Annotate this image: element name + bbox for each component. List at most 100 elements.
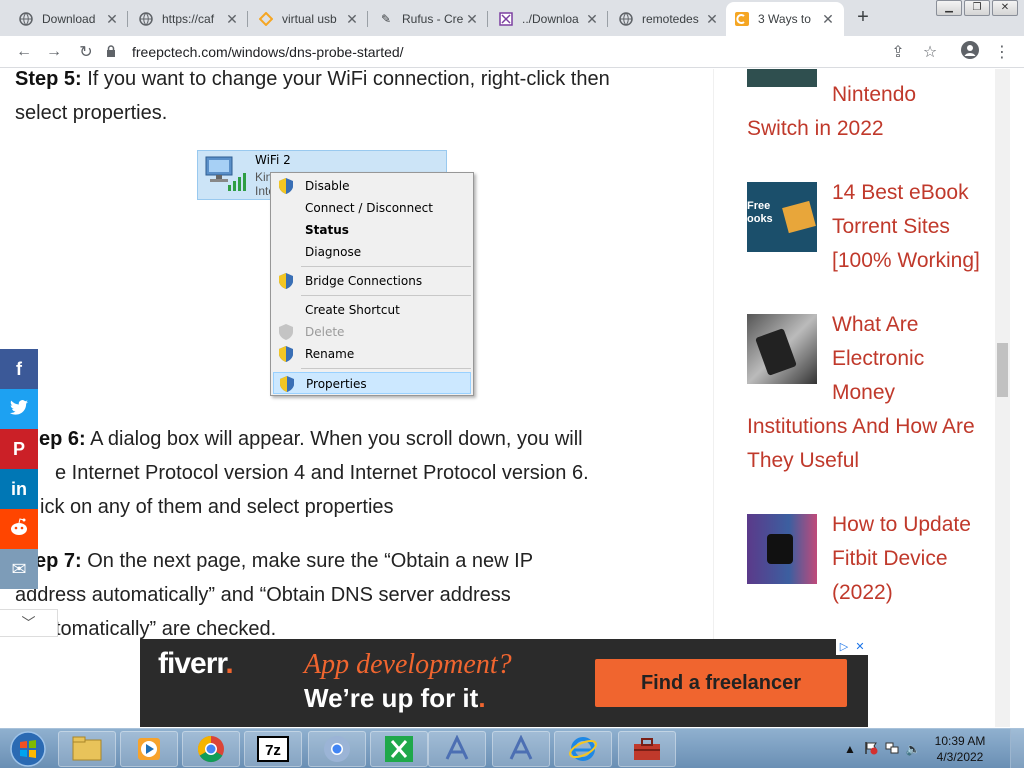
collapse-toggle[interactable]: ﹀ [0, 609, 58, 637]
post-thumbnail[interactable]: Free ooks [747, 182, 817, 252]
linkedin-share-button[interactable]: in [0, 469, 38, 509]
ctx-create-shortcut[interactable]: Create Shortcut [273, 299, 471, 321]
system-clock[interactable]: 10:39 AM 4/3/2022 [920, 733, 1000, 765]
taskbar-media-player[interactable] [120, 731, 178, 767]
action-center-flag-icon[interactable] [863, 741, 879, 757]
find-freelancer-button[interactable]: Find a freelancer [595, 659, 847, 707]
taskbar-explorer[interactable] [58, 731, 116, 767]
thumbnail-line-2: ooks [747, 213, 773, 225]
post-0-title-line-2[interactable]: Switch in 2022 [747, 112, 884, 146]
uac-shield-icon [279, 178, 293, 194]
post-2-title-line-1[interactable]: What Are [832, 308, 918, 342]
post-3-title-line-2[interactable]: Fitbit Device [832, 542, 948, 576]
tab-downloads-folder[interactable]: ../Downloa ✕ [490, 4, 608, 34]
tab-divider [487, 11, 488, 27]
vertical-scrollbar[interactable] [995, 69, 1010, 727]
post-1-title-line-2[interactable]: Torrent Sites [832, 210, 950, 244]
profile-button[interactable] [958, 40, 982, 64]
network-icon[interactable] [884, 741, 900, 757]
ctx-status[interactable]: Status [273, 219, 471, 241]
tab-close-icon[interactable]: ✕ [344, 11, 360, 28]
app-a-icon [445, 735, 469, 760]
email-share-button[interactable]: ✉ [0, 549, 38, 589]
forward-button[interactable]: → [42, 40, 66, 64]
post-2-title-line-4[interactable]: Institutions And How Are [747, 410, 975, 444]
back-button[interactable]: ← [12, 40, 36, 64]
tab-title: ../Downloa [522, 12, 579, 26]
post-1-title-line-3[interactable]: [100% Working] [832, 244, 980, 278]
share-button[interactable]: ⇪ [886, 40, 910, 64]
start-button[interactable] [2, 730, 54, 768]
ad-choices-badge[interactable]: ▷ ✕ [836, 639, 868, 655]
step-7-line-2: address automatically” and “Obtain DNS s… [15, 584, 511, 606]
ctx-connect-disconnect[interactable]: Connect / Disconnect [273, 197, 471, 219]
tab-close-icon[interactable]: ✕ [464, 11, 480, 28]
wifi-name: WiFi 2 [255, 153, 291, 167]
tab-remotedesktop[interactable]: remotedes ✕ [610, 4, 728, 34]
post-thumbnail[interactable] [747, 314, 817, 384]
taskbar-app-a[interactable] [428, 731, 486, 767]
avatar-icon [961, 40, 979, 64]
maximize-button[interactable]: ❐ [964, 0, 990, 16]
menu-button[interactable]: ⋮ [990, 40, 1014, 64]
post-thumbnail[interactable] [747, 69, 817, 87]
tab-3-ways[interactable]: 3 Ways to ✕ [726, 2, 844, 36]
post-0-title-line-1[interactable]: Nintendo [832, 78, 916, 112]
ctx-disable[interactable]: Disable [273, 175, 471, 197]
address-bar[interactable]: freepctech.com/windows/dns-probe-started… [106, 40, 948, 64]
tab-close-icon[interactable]: ✕ [820, 11, 836, 28]
reddit-share-button[interactable] [0, 509, 38, 549]
facebook-share-button[interactable]: f [0, 349, 38, 389]
step-6-line-3: ick on any of them and select properties [40, 496, 394, 518]
tab-download[interactable]: Download ✕ [10, 4, 128, 34]
taskbar-ie[interactable] [554, 731, 612, 767]
uac-shield-icon [279, 324, 293, 340]
new-tab-button[interactable]: + [852, 6, 874, 28]
ctx-bridge-connections[interactable]: Bridge Connections [273, 270, 471, 292]
tab-virtual-usb[interactable]: virtual usb ✕ [250, 4, 368, 34]
folder-icon [498, 11, 514, 27]
taskbar-toolbox[interactable] [618, 731, 676, 767]
twitter-share-button[interactable] [0, 389, 38, 429]
pinterest-share-button[interactable]: P [0, 429, 38, 469]
volume-icon[interactable]: 🔈 [905, 741, 921, 757]
step-7-line-1: Step 7: On the next page, make sure the … [15, 544, 655, 578]
fiverr-logo: fiverr. [158, 647, 234, 681]
taskbar-app-a-2[interactable] [492, 731, 550, 767]
post-thumbnail[interactable] [747, 514, 817, 584]
ad-close-icon[interactable]: ✕ [852, 639, 868, 655]
tab-close-icon[interactable]: ✕ [224, 11, 240, 28]
chrome-icon [197, 735, 224, 763]
post-1-title-line-1[interactable]: 14 Best eBook [832, 176, 969, 210]
taskbar-chrome-2[interactable] [308, 731, 366, 767]
post-2-title-line-3[interactable]: Money [832, 376, 895, 410]
tab-rufus[interactable]: ✎ Rufus - Cre ✕ [370, 4, 488, 34]
step-5-text: If you want to change your WiFi connecti… [15, 69, 610, 124]
minimize-button[interactable]: ▁ [936, 0, 962, 16]
post-2-title-line-5[interactable]: They Useful [747, 444, 859, 478]
post-2-title-line-2[interactable]: Electronic [832, 342, 924, 376]
ctx-diagnose[interactable]: Diagnose [273, 241, 471, 263]
post-3-title-line-1[interactable]: How to Update [832, 508, 971, 542]
bookmark-button[interactable]: ☆ [918, 40, 942, 64]
tab-cafe[interactable]: https://caf ✕ [130, 4, 248, 34]
show-hidden-icons-icon[interactable]: ▲ [842, 741, 858, 757]
taskbar-chrome[interactable] [182, 731, 240, 767]
taskbar-app-x[interactable] [370, 731, 428, 767]
internet-explorer-icon [569, 737, 597, 761]
tab-close-icon[interactable]: ✕ [704, 11, 720, 28]
ctx-properties[interactable]: Properties [273, 372, 471, 394]
tab-close-icon[interactable]: ✕ [104, 11, 120, 28]
scrollbar-thumb[interactable] [997, 343, 1008, 397]
fitbit-image [767, 534, 793, 564]
tab-title: https://caf [162, 12, 215, 26]
fiverr-ad-banner[interactable]: fiverr. App development? We’re up for it… [140, 639, 868, 727]
close-window-button[interactable]: ✕ [992, 0, 1018, 16]
post-3-title-line-3[interactable]: (2022) [832, 576, 893, 610]
tab-close-icon[interactable]: ✕ [584, 11, 600, 28]
ctx-rename[interactable]: Rename [273, 343, 471, 365]
reload-button[interactable]: ↻ [74, 40, 98, 64]
show-desktop-button[interactable] [1010, 729, 1024, 768]
taskbar-7zip[interactable]: 7z [244, 731, 302, 767]
email-icon: ✉ [11, 558, 27, 579]
